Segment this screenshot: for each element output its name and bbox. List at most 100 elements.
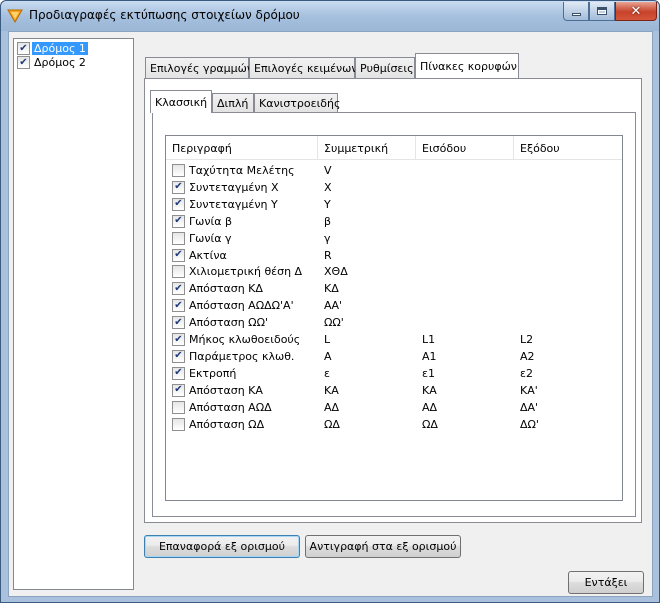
row-checkbox[interactable] xyxy=(172,231,185,245)
row-checkbox[interactable] xyxy=(172,164,185,177)
tree-item-checkbox[interactable]: ✔ xyxy=(17,42,30,55)
close-button[interactable]: ✕ xyxy=(615,2,657,21)
row-checkbox[interactable] xyxy=(172,417,185,431)
row-description-cell: Απόσταση ΩΔ xyxy=(172,416,264,433)
table-row[interactable]: ✔ Συντεταγμένη Χ Χ xyxy=(166,179,622,196)
table-row[interactable]: ✔ Απόσταση ΚΑ ΚΑ ΚΑ ΚΑ' xyxy=(166,382,622,399)
tab-settings[interactable]: Ρυθμίσεις xyxy=(355,57,415,78)
tree-item-label: Δρόμος 1 xyxy=(32,42,88,55)
cell-text: Γωνία β xyxy=(189,214,232,228)
maximize-icon xyxy=(597,7,607,15)
row-symmetric-cell: Χ xyxy=(324,179,332,196)
cell-text: ε xyxy=(324,366,330,380)
column-header-description[interactable]: Περιγραφή xyxy=(166,136,318,160)
cell-text: Ακτίνα xyxy=(189,248,227,262)
row-checkbox[interactable]: ✔ xyxy=(172,299,185,313)
cell-text: Ταχύτητα Μελέτης xyxy=(189,164,295,177)
row-entry-cell: ε1 xyxy=(422,365,435,382)
row-description-cell: ✔ Απόσταση ΑΩΔΩ'Α' xyxy=(172,297,294,314)
row-description-cell: Απόσταση ΑΩΔ xyxy=(172,399,272,416)
table-row[interactable]: Απόσταση ΩΔ ΩΔ ΩΔ ΔΩ' xyxy=(166,416,622,433)
row-exit-cell: ΚΑ' xyxy=(520,382,538,399)
subtab-classic[interactable]: Κλασσική xyxy=(150,90,212,113)
maximize-button[interactable] xyxy=(589,2,615,21)
row-checkbox[interactable]: ✔ xyxy=(172,333,185,346)
table-row[interactable]: Ταχύτητα Μελέτης V xyxy=(166,162,622,179)
row-description-cell: ✔ Απόσταση ΩΩ' xyxy=(172,314,268,331)
ok-button[interactable]: Εντάξει xyxy=(568,571,644,594)
row-description-cell: ✔ Εκτροπή xyxy=(172,365,236,382)
row-checkbox[interactable] xyxy=(172,265,185,279)
cell-text: R xyxy=(324,248,332,262)
table-row[interactable]: Χιλιομετρική θέση Δ ΧΘΔ xyxy=(166,263,622,280)
tab-vertex-tables[interactable]: Πίνακες κορυφών xyxy=(415,53,519,78)
cell-text: Απόσταση ΩΔ xyxy=(189,417,265,431)
cell-text: Απόσταση ΚΑ xyxy=(189,383,263,397)
table-row[interactable]: ✔ Παράμετρος κλωθ. A A1 A2 xyxy=(166,348,622,365)
row-exit-cell: A2 xyxy=(520,348,535,365)
row-checkbox[interactable]: ✔ xyxy=(172,366,185,380)
cell-text: Απόσταση ΑΩΔΩ'Α' xyxy=(189,299,294,313)
row-exit-cell: ΔΑ' xyxy=(520,399,538,416)
tab-panel-vertex-tables: Κλασσική Διπλή Κανιστροειδής Περιγραφή Σ… xyxy=(144,78,642,523)
reset-defaults-button[interactable]: Επαναφορά εξ ορισμού xyxy=(144,535,300,558)
row-checkbox[interactable] xyxy=(172,400,185,414)
table-row[interactable]: ✔ Απόσταση ΚΔ ΚΔ xyxy=(166,280,622,297)
row-description-cell: Χιλιομετρική θέση Δ xyxy=(172,263,302,280)
row-checkbox[interactable]: ✔ xyxy=(172,316,185,330)
tree-item-road-1[interactable]: ✔ Δρόμος 1 xyxy=(17,42,88,55)
row-symmetric-cell: ε xyxy=(324,365,330,382)
table-row[interactable]: Γωνία γ γ xyxy=(166,230,622,247)
row-symmetric-cell: A xyxy=(324,348,332,365)
tree-item-checkbox[interactable]: ✔ xyxy=(17,56,30,69)
row-checkbox[interactable]: ✔ xyxy=(172,214,185,228)
subtab-double[interactable]: Διπλή xyxy=(212,93,254,112)
title-bar[interactable]: Προδιαγραφές εκτύπωσης στοιχείων δρόμου … xyxy=(1,1,659,31)
row-exit-cell: L2 xyxy=(520,331,533,348)
row-checkbox[interactable]: ✔ xyxy=(172,197,185,211)
column-header-symmetric[interactable]: Συμμετρική xyxy=(318,136,416,160)
cell-text: ΩΩ' xyxy=(324,316,344,330)
table-row[interactable]: ✔ Απόσταση ΑΩΔΩ'Α' ΑΑ' xyxy=(166,297,622,314)
cell-text: A xyxy=(324,349,332,363)
cell-text: ΔΩ' xyxy=(520,417,539,431)
row-description-cell: Ταχύτητα Μελέτης xyxy=(172,162,295,179)
column-header-exit[interactable]: Εξόδου xyxy=(514,136,622,160)
subtab-basket[interactable]: Κανιστροειδής xyxy=(254,93,340,112)
cell-text: Χιλιομετρική θέση Δ xyxy=(189,265,303,279)
row-checkbox[interactable]: ✔ xyxy=(172,282,185,296)
cell-text: Παράμετρος κλωθ. xyxy=(189,349,295,363)
table-row[interactable]: ✔ Συντεταγμένη Υ Υ xyxy=(166,196,622,213)
row-symmetric-cell: R xyxy=(324,247,332,264)
cell-text: ΧΘΔ xyxy=(324,265,348,279)
dialog-client: ✔ Δρόμος 1 ✔ Δρόμος 2 Επιλογές γραμμών Ε… xyxy=(8,31,653,597)
tab-text-options[interactable]: Επιλογές κειμένων xyxy=(249,57,358,78)
column-header-entry[interactable]: Εισόδου xyxy=(416,136,514,160)
row-checkbox[interactable]: ✔ xyxy=(172,383,185,397)
copy-to-defaults-button[interactable]: Αντιγραφή στα εξ ορισμού xyxy=(305,535,461,558)
table-row[interactable]: ✔ Απόσταση ΩΩ' ΩΩ' xyxy=(166,314,622,331)
table-row[interactable]: ✔ Μήκος κλωθοειδούς L L1 L2 xyxy=(166,331,622,348)
road-tree[interactable]: ✔ Δρόμος 1 ✔ Δρόμος 2 xyxy=(13,38,134,590)
row-description-cell: ✔ Μήκος κλωθοειδούς xyxy=(172,331,300,348)
minimize-button[interactable] xyxy=(563,2,589,21)
minimize-icon xyxy=(571,12,581,16)
tree-item-road-2[interactable]: ✔ Δρόμος 2 xyxy=(17,56,88,69)
tab-label: Επιλογές γραμμών xyxy=(150,61,254,75)
table-row[interactable]: Απόσταση ΑΩΔ ΑΔ ΑΔ ΔΑ' xyxy=(166,399,622,416)
row-symmetric-cell: β xyxy=(324,213,331,230)
cell-text: Απόσταση ΚΔ xyxy=(189,282,263,296)
row-description-cell: ✔ Παράμετρος κλωθ. xyxy=(172,348,294,365)
vertex-table-list[interactable]: Περιγραφή Συμμετρική Εισόδου Εξόδου Ταχύ… xyxy=(165,135,623,501)
row-exit-cell: ε2 xyxy=(520,365,533,382)
row-checkbox[interactable]: ✔ xyxy=(172,180,185,194)
cell-text: Γωνία γ xyxy=(189,231,232,245)
table-row[interactable]: ✔ Ακτίνα R xyxy=(166,247,622,264)
row-checkbox[interactable]: ✔ xyxy=(172,248,185,262)
cell-text: L xyxy=(324,333,331,346)
tab-line-options[interactable]: Επιλογές γραμμών xyxy=(145,57,253,78)
table-row[interactable]: ✔ Γωνία β β xyxy=(166,213,622,230)
row-checkbox[interactable]: ✔ xyxy=(172,349,185,363)
cell-text: ΩΔ xyxy=(324,417,340,431)
table-row[interactable]: ✔ Εκτροπή ε ε1 ε2 xyxy=(166,365,622,382)
